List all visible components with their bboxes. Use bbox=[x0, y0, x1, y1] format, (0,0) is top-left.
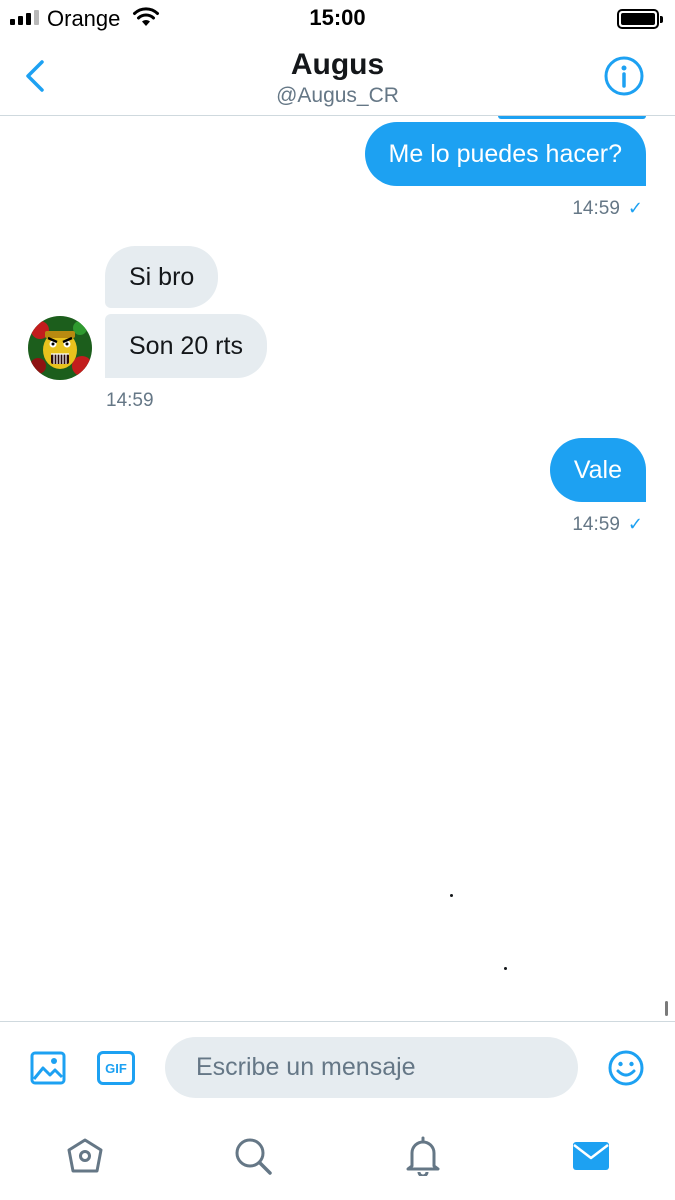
message-composer: GIF bbox=[0, 1021, 675, 1113]
avatar[interactable] bbox=[28, 316, 92, 380]
contact-handle: @Augus_CR bbox=[276, 84, 399, 107]
avatar-image bbox=[28, 316, 92, 380]
conversation-thread[interactable]: Me lo puedes hacer? 14:59 ✓ Si bro Son 20… bbox=[0, 116, 675, 1021]
tab-bar bbox=[0, 1113, 675, 1200]
gif-button[interactable]: GIF bbox=[97, 1051, 135, 1085]
add-photo-button[interactable] bbox=[30, 1050, 66, 1086]
info-button[interactable] bbox=[603, 55, 645, 97]
message-input[interactable] bbox=[165, 1037, 578, 1098]
message-time: 14:59 bbox=[572, 514, 620, 535]
tab-messages[interactable] bbox=[570, 1135, 612, 1177]
previous-message-bubble bbox=[498, 116, 646, 119]
image-icon bbox=[30, 1051, 66, 1085]
smiley-icon bbox=[608, 1050, 644, 1086]
message-timestamp: 14:59 ✓ bbox=[572, 514, 643, 536]
conversation-header: Augus @Augus_CR bbox=[0, 38, 675, 116]
emoji-button[interactable] bbox=[607, 1049, 645, 1087]
dust-speck bbox=[450, 894, 453, 897]
tab-search[interactable] bbox=[232, 1135, 274, 1177]
message-time: 14:59 bbox=[572, 198, 620, 219]
read-check-icon: ✓ bbox=[627, 514, 643, 534]
message-bubble-received[interactable]: Si bro bbox=[105, 246, 219, 308]
status-bar: Orange 15:00 bbox=[0, 0, 675, 38]
tab-home[interactable] bbox=[64, 1135, 106, 1177]
info-icon bbox=[604, 56, 644, 96]
message-timestamp: 14:59 ✓ bbox=[572, 198, 643, 220]
tab-notifications[interactable] bbox=[402, 1135, 444, 1177]
status-time: 15:00 bbox=[309, 5, 366, 30]
message-timestamp: 14:59 bbox=[106, 390, 154, 411]
bell-icon bbox=[406, 1136, 440, 1176]
home-icon bbox=[67, 1138, 103, 1173]
battery-icon bbox=[617, 9, 663, 29]
message-bubble-received[interactable]: Son 20 rts bbox=[105, 314, 267, 378]
envelope-icon bbox=[573, 1142, 609, 1170]
search-icon bbox=[235, 1138, 272, 1175]
dust-speck bbox=[504, 967, 507, 970]
contact-name[interactable]: Augus bbox=[0, 48, 675, 82]
scroll-indicator[interactable] bbox=[665, 1001, 668, 1016]
message-bubble-sent[interactable]: Me lo puedes hacer? bbox=[364, 122, 646, 186]
message-bubble-sent[interactable]: Vale bbox=[549, 438, 646, 502]
read-check-icon: ✓ bbox=[627, 198, 643, 218]
